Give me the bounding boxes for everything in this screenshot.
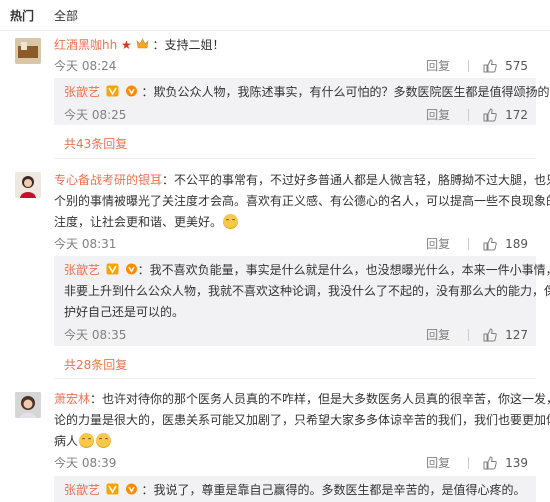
reply-button[interactable]: 回复 [426,235,450,252]
sub-reply-body-line: ：我不喜欢负能量，事实是什么就是什么，也没想曝光什么，本来一件小事情， [137,263,550,277]
like-count: 575 [505,58,528,73]
comment-actions: 回复 575 [426,57,528,74]
reply-button[interactable]: 回复 [426,106,450,123]
divider [468,59,470,72]
star-icon: ★ [121,38,132,52]
sub-reply-actions: 回复 127 [426,326,528,343]
tab-hot[interactable]: 热门 [10,7,34,24]
comment-body-line: 注度，让社会更和谐、更美好。 [54,215,223,229]
comment-text: 专心备战考研的银耳：不公平的事常有，不过好多普通人都是人微言轻，胳膊拗不过大腿，… [54,170,550,233]
verified-badge-icon [106,85,119,97]
sub-reply-body-line: 护好自己还是可以的。 [64,305,185,319]
smile-emoji-icon [96,433,112,448]
sub-reply-body: ：欺负公众人物，我陈述事实，有什么可怕的？多数医院医生都是值得颂扬的！ [141,85,550,99]
reply-button[interactable]: 回复 [426,57,450,74]
sub-reply-text: 张歆艺 ：我说了，尊重是靠自己赢得的。多数医生都是辛苦的，是值得心疼的。 [64,480,526,501]
like-icon[interactable] [483,327,497,342]
avatar[interactable] [15,392,41,418]
comment-time: 今天 08:31 [54,237,117,251]
vip-icon [125,85,138,97]
like-count: 172 [505,107,528,122]
sub-reply-time: 今天 08:25 [64,108,127,122]
crown-icon [136,36,149,49]
divider [468,328,470,341]
comment-body-line: ：不公平的事常有，不过好多普通人都是人微言轻，胳膊拗不过大腿，也只有 [162,173,550,187]
reply-button[interactable]: 回复 [426,454,450,471]
comment-body-line: 论的力量是很大的，医患关系可能又加剧了，只希望大家多多体谅辛苦的我们，我们也要更… [54,413,550,427]
sub-reply-text: 张歆艺 ：我不喜欢负能量，事实是什么就是什么，也没想曝光什么，本来一件小事情， … [64,260,550,323]
sub-reply-box: 张歆艺 ：欺负公众人物，我陈述事实，有什么可怕的？多数医院医生都是值得颂扬的！ … [54,78,550,125]
vip-icon [125,263,138,275]
tab-all[interactable]: 全部 [54,7,78,24]
comment-username[interactable]: 萧宏林 [54,392,90,406]
divider [468,237,470,250]
sub-reply-box: 张歆艺 ：我不喜欢负能量，事实是什么就是什么，也没想曝光什么，本来一件小事情， … [54,256,550,346]
more-replies-link[interactable]: 共43条回复 [64,135,127,152]
comment-body-line: 个别的事情被曝光了关注度才会高。喜欢有正义感、有公德心的名人，可以提高一些不良现… [54,194,550,208]
like-icon[interactable] [483,236,497,251]
sub-reply-username[interactable]: 张歆艺 [64,263,100,277]
divider [54,158,536,159]
sub-reply-text: 张歆艺 ：欺负公众人物，我陈述事实，有什么可怕的？多数医院医生都是值得颂扬的！ [64,82,550,103]
comment-username[interactable]: 红酒黑咖hh [54,38,117,52]
comment-body-line: 病人 [54,434,79,448]
sub-reply-username[interactable]: 张歆艺 [64,483,100,497]
avatar[interactable] [15,172,41,198]
comment-tabs: 热门 全部 [0,0,550,31]
avatar[interactable] [15,38,41,64]
like-count: 189 [505,236,528,251]
reply-button[interactable]: 回复 [426,326,450,343]
sub-reply-time: 今天 08:35 [64,328,127,342]
smile-emoji-icon [223,214,239,229]
like-icon[interactable] [483,107,497,122]
divider [54,378,536,379]
comment-text: 红酒黑咖hh ★ ：支持二姐！ [54,35,224,56]
comment-actions: 回复 189 [426,235,528,252]
like-icon[interactable] [483,455,497,470]
comment-time: 今天 08:24 [54,59,117,73]
like-icon[interactable] [483,58,497,73]
vip-icon [125,483,138,495]
comment-text: 萧宏林：也许对待你的那个医务人员真的不咋样，但是大多数医务人员真的很辛苦，你这一… [54,389,550,452]
like-count: 139 [505,455,528,470]
comment-actions: 回复 139 [426,454,528,471]
divider [468,108,470,121]
verified-badge-icon [106,483,119,495]
sub-reply-box: 张歆艺 ：我说了，尊重是靠自己赢得的。多数医生都是辛苦的，是值得心疼的。 [54,476,536,502]
smile-emoji-icon [79,433,95,448]
comment-username[interactable]: 专心备战考研的银耳 [54,173,162,187]
sub-reply-body-line: 非要上升到什么公众人物，我就不喜欢这种论调，我没什么了不起的，没有那么大的能力，… [64,284,550,298]
verified-badge-icon [106,263,119,275]
comment-body-line: ：也许对待你的那个医务人员真的不咋样，但是大多数医务人员真的很辛苦，你这一发，舆 [90,392,550,406]
sub-reply-actions: 回复 172 [426,106,528,123]
sub-reply-username[interactable]: 张歆艺 [64,85,100,99]
divider [468,456,470,469]
sub-reply-body: ：我说了，尊重是靠自己赢得的。多数医生都是辛苦的，是值得心疼的。 [141,483,526,497]
more-replies-link[interactable]: 共28条回复 [64,356,127,373]
comment-time: 今天 08:39 [54,456,117,470]
like-count: 127 [505,327,528,342]
comment-body: ：支持二姐！ [152,38,225,52]
